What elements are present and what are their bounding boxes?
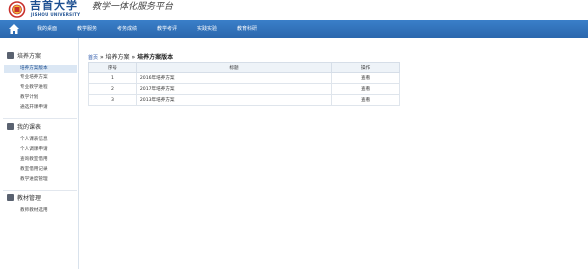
row-title: 2017年培养方案 bbox=[135, 83, 333, 95]
view-link[interactable]: 查看 bbox=[331, 72, 400, 84]
top-nav: 我的桌面 教学服务 考务成绩 教学考评 实践实验 教育科研 bbox=[0, 20, 588, 38]
sidebar-item-teaching-progress[interactable]: 专业教学进程 bbox=[4, 84, 77, 92]
calendar-icon bbox=[7, 123, 14, 130]
breadcrumb-current: 培养方案版本 bbox=[137, 54, 174, 61]
sidebar-group-my-schedule[interactable]: 我的课表 bbox=[7, 123, 41, 133]
sidebar-item-teaching-plan[interactable]: 教学计划 bbox=[4, 94, 77, 102]
school-name-en: JISHOU UNIVERSITY bbox=[31, 12, 81, 17]
school-name: 吉首大学 bbox=[30, 0, 78, 12]
column-header-index: 序号 bbox=[88, 62, 137, 73]
sidebar-item-classroom-query[interactable]: 查询教室借用 bbox=[4, 156, 77, 164]
breadcrumb-home-link[interactable]: 首页 bbox=[88, 55, 98, 61]
view-link[interactable]: 查看 bbox=[331, 94, 400, 106]
row-index: 3 bbox=[88, 94, 137, 106]
nav-item-research[interactable]: 教育科研 bbox=[237, 20, 257, 38]
sidebar-group-textbook[interactable]: 教材管理 bbox=[7, 194, 41, 204]
home-icon[interactable] bbox=[8, 23, 20, 35]
platform-title: 教学一体化服务平台 bbox=[92, 2, 174, 12]
nav-item-practice[interactable]: 实践实验 bbox=[197, 20, 217, 38]
nav-item-exam-grades[interactable]: 考务成绩 bbox=[117, 20, 137, 38]
breadcrumb-section: 培养方案 bbox=[105, 54, 130, 61]
row-index: 1 bbox=[88, 72, 137, 84]
book-icon bbox=[7, 194, 14, 201]
sidebar-item-plan-version[interactable]: 培养方案版本 bbox=[4, 65, 77, 73]
view-link[interactable]: 查看 bbox=[331, 83, 400, 95]
table-header-row: 序号 标题 操作 bbox=[88, 62, 400, 73]
row-title: 2016年培养方案 bbox=[135, 72, 333, 84]
plan-version-table: 序号 标题 操作 1 2016年培养方案 查看 2 2017年培养方案 查看 3… bbox=[88, 62, 400, 106]
sidebar-item-classroom-records[interactable]: 教室借用记录 bbox=[4, 166, 77, 174]
sidebar-item-personal-schedule[interactable]: 个人课表信息 bbox=[4, 136, 77, 144]
sidebar-divider bbox=[3, 190, 77, 191]
nav-item-desktop[interactable]: 我的桌面 bbox=[37, 20, 57, 38]
breadcrumb-separator: » bbox=[99, 54, 104, 61]
university-logo-icon bbox=[8, 1, 26, 18]
nav-item-teaching-evaluation[interactable]: 教学考评 bbox=[157, 20, 177, 38]
sidebar-item-textbook-selection[interactable]: 教师教材选用 bbox=[4, 207, 77, 215]
sidebar-item-elective-application[interactable]: 通选开课申请 bbox=[4, 104, 77, 112]
row-title: 2013年培养方案 bbox=[135, 94, 333, 106]
sidebar-group-training-plan[interactable]: 培养方案 bbox=[7, 52, 41, 62]
breadcrumb-separator: » bbox=[131, 54, 136, 61]
sidebar-item-progress-management[interactable]: 教学进度管理 bbox=[4, 176, 77, 184]
table-row: 3 2013年培养方案 查看 bbox=[88, 94, 400, 106]
column-header-action: 操作 bbox=[331, 62, 400, 73]
sidebar: 培养方案 培养方案版本 专业培养方案 专业教学进程 教学计划 通选开课申请 我的… bbox=[0, 38, 79, 269]
sidebar-item-major-plan[interactable]: 专业培养方案 bbox=[4, 74, 77, 82]
header: 吉首大学 JISHOU UNIVERSITY 教学一体化服务平台 bbox=[0, 0, 588, 20]
row-index: 2 bbox=[88, 83, 137, 95]
breadcrumb: 首页 » 培养方案 » 培养方案版本 bbox=[88, 52, 173, 61]
folder-icon bbox=[7, 52, 14, 59]
column-header-title: 标题 bbox=[135, 62, 333, 73]
sidebar-item-class-change[interactable]: 个人调课申请 bbox=[4, 146, 77, 154]
sidebar-divider bbox=[3, 118, 77, 119]
table-row: 2 2017年培养方案 查看 bbox=[88, 83, 400, 95]
table-row: 1 2016年培养方案 查看 bbox=[88, 72, 400, 84]
nav-item-teaching-service[interactable]: 教学服务 bbox=[77, 20, 97, 38]
